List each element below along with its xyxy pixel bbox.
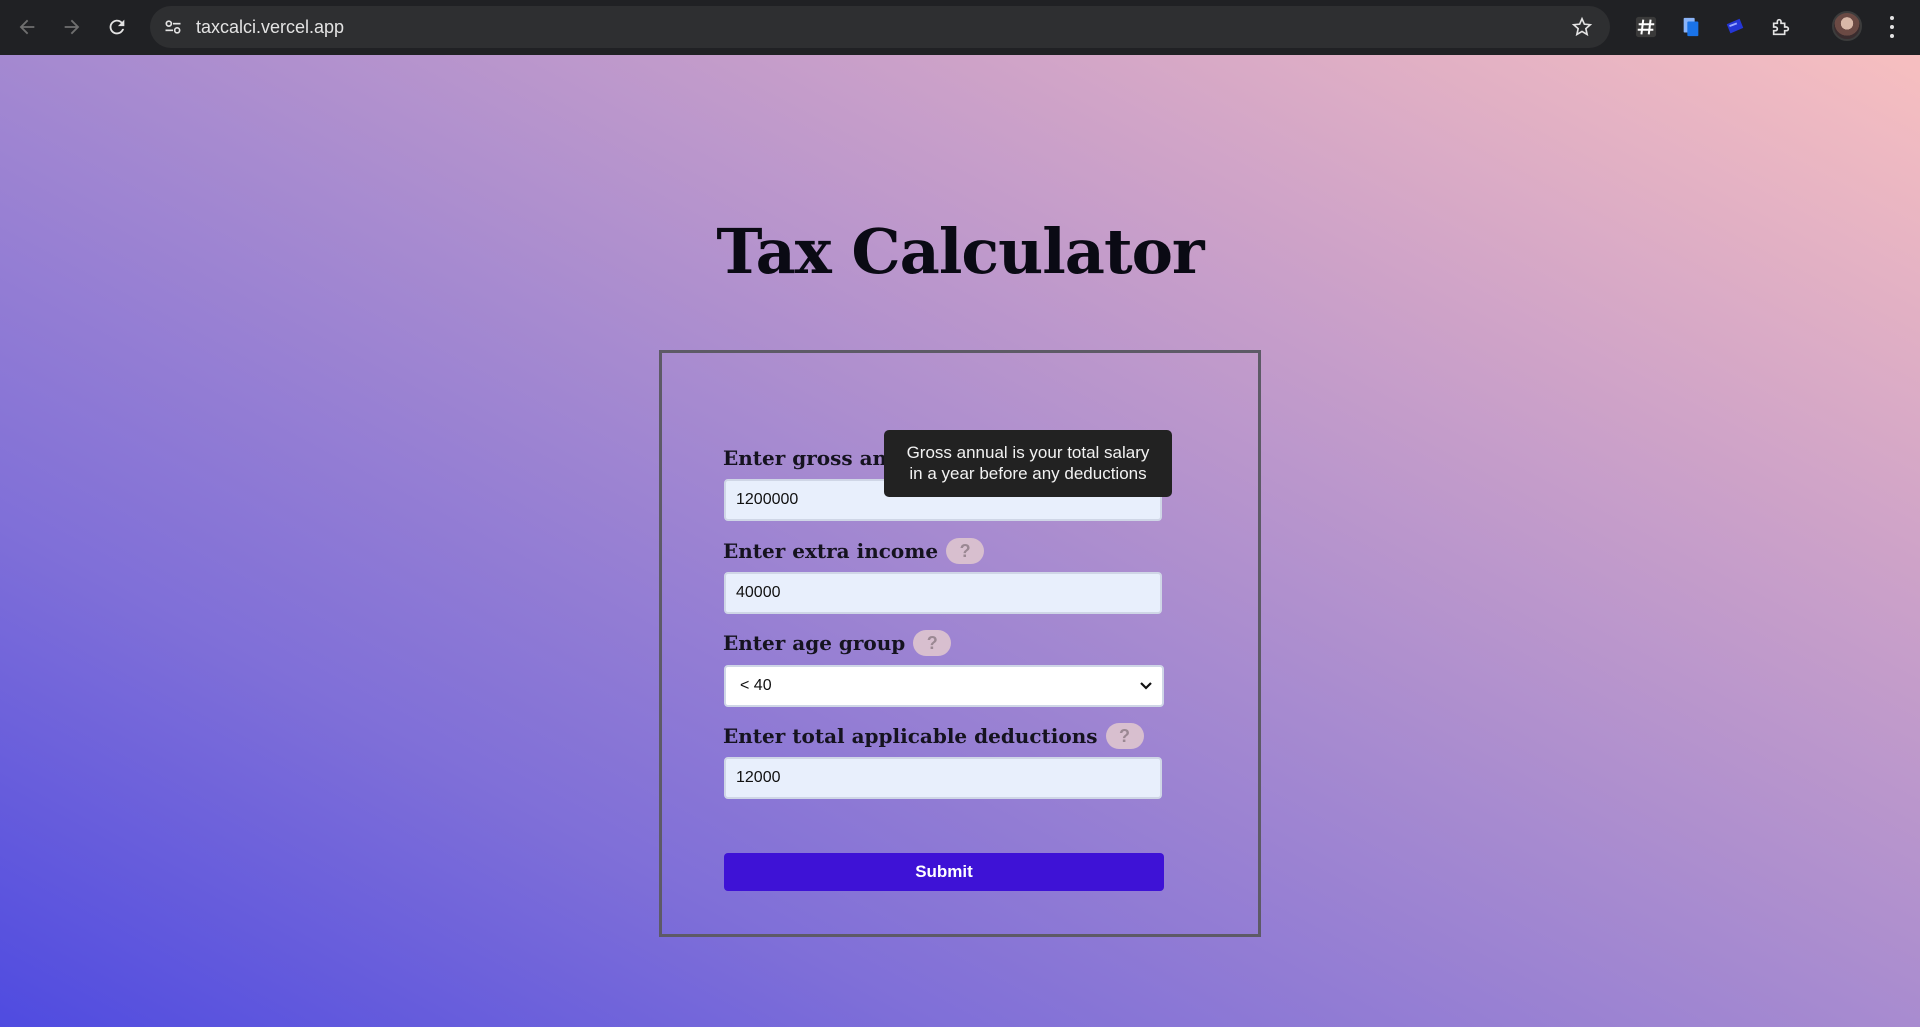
url-text[interactable]: taxcalci.vercel.app <box>196 17 344 38</box>
tooltip-line-1: Gross annual is your total salary <box>906 443 1150 462</box>
age-group-select[interactable]: < 40 <box>724 665 1164 707</box>
profile-avatar[interactable] <box>1832 11 1862 41</box>
deductions-help-icon[interactable]: ? <box>1105 723 1144 749</box>
chevron-down-icon <box>1140 682 1152 690</box>
forward-icon[interactable] <box>56 11 88 43</box>
deductions-label: Enter total applicable deductions <box>723 724 1098 748</box>
browser-toolbar: taxcalci.vercel.app <box>0 0 1920 55</box>
tooltip-line-2: in a year before any deductions <box>909 464 1147 483</box>
browser-menu-icon[interactable] <box>1882 14 1902 40</box>
deductions-input[interactable]: 12000 <box>724 757 1162 799</box>
blue-tag-extension-icon[interactable] <box>1722 14 1748 40</box>
age-group-label: Enter age group <box>723 631 906 655</box>
age-group-help-icon[interactable]: ? <box>913 630 952 656</box>
extensions-puzzle-icon[interactable] <box>1768 14 1794 40</box>
document-extension-icon[interactable] <box>1678 14 1704 40</box>
hashtag-extension-icon[interactable] <box>1633 14 1659 40</box>
page-viewport: Tax Calculator Enter gross annual income… <box>0 55 1920 1027</box>
extra-income-label: Enter extra income <box>723 539 939 563</box>
submit-button[interactable]: Submit <box>724 853 1164 891</box>
extra-income-input[interactable]: 40000 <box>724 572 1162 614</box>
back-icon[interactable] <box>11 11 43 43</box>
extra-income-label-row: Enter extra income ? <box>723 538 985 564</box>
site-settings-icon[interactable] <box>162 16 184 38</box>
reload-icon[interactable] <box>101 11 133 43</box>
address-bar[interactable]: taxcalci.vercel.app <box>150 6 1610 48</box>
age-group-selected-value: < 40 <box>740 677 772 694</box>
gross-income-tooltip: Gross annual is your total salary in a y… <box>884 430 1172 497</box>
deductions-label-row: Enter total applicable deductions ? <box>723 723 1144 749</box>
page-title: Tax Calculator <box>716 215 1204 288</box>
age-group-label-row: Enter age group ? <box>723 630 952 656</box>
bookmark-star-icon[interactable] <box>1570 15 1594 39</box>
extra-income-help-icon[interactable]: ? <box>946 538 985 564</box>
